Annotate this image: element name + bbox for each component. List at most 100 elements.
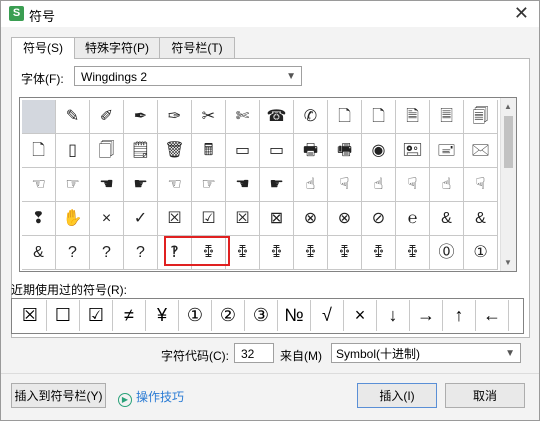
symbol-cell[interactable]: ☚ (226, 168, 260, 202)
from-select[interactable]: Symbol(十进制) ▼ (331, 343, 521, 363)
symbol-cell[interactable]: ✎ (56, 100, 90, 134)
symbol-cell[interactable]: ☒ (158, 202, 192, 236)
scroll-up-icon[interactable]: ▲ (504, 102, 512, 111)
scroll-down-icon[interactable]: ▼ (504, 258, 512, 267)
recent-symbol[interactable]: √ (311, 300, 344, 331)
symbol-cell[interactable]: 🖃 (430, 134, 464, 168)
recent-symbol[interactable]: → (410, 300, 443, 331)
recent-symbol[interactable]: ≠ (113, 300, 146, 331)
symbol-cell[interactable]: ⊠ (260, 202, 294, 236)
recent-symbols[interactable]: ☒ ☐ ☑ ≠ ¥ ① ② ③ № √ × ↓ → ↑ ← (11, 298, 524, 334)
recent-symbol[interactable]: ↓ (377, 300, 410, 331)
symbol-cell[interactable]: ꔁ (226, 236, 260, 270)
symbol-cell[interactable]: ? (90, 236, 124, 270)
symbol-cell[interactable]: ✆ (294, 100, 328, 134)
symbol-cell[interactable]: ✋ (56, 202, 90, 236)
symbol-cell[interactable]: ⓪ (430, 236, 464, 270)
recent-symbol[interactable]: ③ (245, 300, 278, 331)
symbol-cell[interactable]: 🖩 (192, 134, 226, 168)
insert-to-bar-button[interactable]: 插入到符号栏(Y) (11, 383, 106, 408)
symbol-cell[interactable]: ꔁ (192, 236, 226, 270)
recent-symbol[interactable]: ¥ (146, 300, 179, 331)
symbol-cell[interactable]: 🗒 (124, 134, 158, 168)
symbol-cell[interactable]: ✐ (90, 100, 124, 134)
symbol-cell[interactable]: 🗋 (362, 100, 396, 134)
symbol-cell[interactable]: × (90, 202, 124, 236)
symbol-cell[interactable]: ☟ (328, 168, 362, 202)
tab-symbols[interactable]: 符号(S) (11, 37, 75, 59)
char-code-input[interactable]: 32 (234, 343, 274, 363)
symbol-cell[interactable]: ‽ (158, 236, 192, 270)
cancel-button[interactable]: 取消 (445, 383, 525, 408)
recent-symbol[interactable]: ① (179, 300, 212, 331)
font-select[interactable]: Wingdings 2 ▼ (74, 66, 302, 86)
close-icon[interactable]: ✕ (514, 3, 529, 24)
symbol-cell[interactable]: ꔁ (328, 236, 362, 270)
symbol-cell[interactable]: ◉ (362, 134, 396, 168)
grid-scrollbar[interactable]: ▲ ▼ (500, 98, 516, 271)
symbol-cell[interactable]: ☟ (396, 168, 430, 202)
symbol-cell[interactable]: ✓ (124, 202, 158, 236)
symbol-cell[interactable]: 🗑 (158, 134, 192, 168)
symbol-cell[interactable]: ✒ (124, 100, 158, 134)
recent-symbol[interactable]: ☑ (80, 300, 113, 331)
symbol-cell[interactable]: ☞ (56, 168, 90, 202)
symbol-cell[interactable]: ❢ (22, 202, 56, 236)
symbol-cell[interactable]: 🗎 (396, 100, 430, 134)
symbol-cell[interactable]: ▭ (226, 134, 260, 168)
symbol-cell[interactable]: ☚ (90, 168, 124, 202)
recent-symbol[interactable]: ↑ (443, 300, 476, 331)
tab-symbol-bar[interactable]: 符号栏(T) (159, 37, 235, 58)
symbol-cell[interactable]: & (464, 202, 498, 236)
symbol-cell[interactable]: ✄ (226, 100, 260, 134)
symbol-cell[interactable]: 🗐 (464, 100, 498, 134)
symbol-cell[interactable]: ℮ (396, 202, 430, 236)
symbol-cell[interactable]: ? (56, 236, 90, 270)
symbol-cell[interactable]: ☒ (226, 202, 260, 236)
symbol-cell[interactable]: 🗋 (22, 134, 56, 168)
scroll-thumb[interactable] (504, 116, 513, 168)
symbol-grid[interactable]: ✎ ✐ ✒ ✑ ✂ ✄ ☎ ✆ 🗋 🗋 🗎 🗏 🗐 🗋 ▯ 🗍 🗒 🗑 🖩 ▭ ▭ 🖶 🖷 ◉ 🖭 🖃 🖂 ☜ ☞ ☚ ☛ ☜ ☞ ☚ ☛ ☝ ☟ ☝ ☟ ☝… (19, 97, 517, 272)
symbol-cell[interactable]: ⊘ (362, 202, 396, 236)
tab-special-chars[interactable]: 特殊字符(P) (73, 37, 161, 58)
symbol-cell[interactable]: ☜ (22, 168, 56, 202)
symbol-cell[interactable]: ☑ (192, 202, 226, 236)
symbol-cell[interactable]: ☛ (124, 168, 158, 202)
symbol-cell[interactable]: ? (124, 236, 158, 270)
symbol-cell[interactable] (22, 100, 56, 134)
tips-link[interactable]: ▶ 操作技巧 (118, 388, 184, 407)
recent-symbol[interactable]: ☐ (47, 300, 80, 331)
symbol-cell[interactable]: 🗋 (328, 100, 362, 134)
symbol-cell[interactable]: ☝ (430, 168, 464, 202)
symbol-cell[interactable]: ꔁ (260, 236, 294, 270)
symbol-cell[interactable]: 🗍 (90, 134, 124, 168)
symbol-cell[interactable]: ▭ (260, 134, 294, 168)
symbol-cell[interactable]: ✂ (192, 100, 226, 134)
symbol-cell[interactable]: 🖂 (464, 134, 498, 168)
insert-button[interactable]: 插入(I) (357, 383, 437, 408)
symbol-cell[interactable]: ꔁ (294, 236, 328, 270)
symbol-cell[interactable]: 🖷 (328, 134, 362, 168)
symbol-cell[interactable]: 🗏 (430, 100, 464, 134)
recent-symbol[interactable]: × (344, 300, 377, 331)
symbol-cell[interactable]: ☝ (294, 168, 328, 202)
symbol-cell[interactable]: ☝ (362, 168, 396, 202)
recent-symbol[interactable]: ← (476, 300, 509, 331)
symbol-cell[interactable]: ꔁ (396, 236, 430, 270)
symbol-cell[interactable]: & (22, 236, 56, 270)
symbol-cell[interactable]: ☞ (192, 168, 226, 202)
recent-symbol[interactable]: ② (212, 300, 245, 331)
symbol-cell[interactable]: & (430, 202, 464, 236)
symbol-cell[interactable]: 🖶 (294, 134, 328, 168)
symbol-cell[interactable]: ⊗ (294, 202, 328, 236)
symbol-cell[interactable]: ⊗ (328, 202, 362, 236)
symbol-cell[interactable]: ꔁ (362, 236, 396, 270)
recent-symbol[interactable]: ☒ (14, 300, 47, 331)
recent-symbol[interactable]: № (278, 300, 311, 331)
symbol-cell[interactable]: 🖭 (396, 134, 430, 168)
symbol-cell[interactable]: ☛ (260, 168, 294, 202)
symbol-cell[interactable]: ▯ (56, 134, 90, 168)
symbol-cell[interactable]: ☜ (158, 168, 192, 202)
symbol-cell[interactable]: ✑ (158, 100, 192, 134)
symbol-cell[interactable]: ☎ (260, 100, 294, 134)
